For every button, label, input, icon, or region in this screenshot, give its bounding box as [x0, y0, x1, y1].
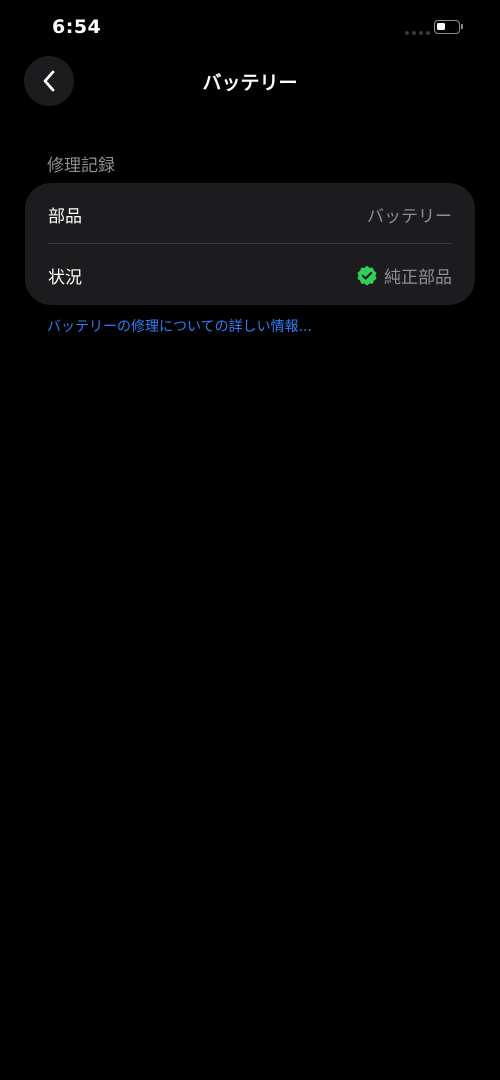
- row-status-value: 純正部品: [384, 268, 452, 288]
- row-part-value: バッテリー: [367, 207, 452, 227]
- battery-repair-info-link[interactable]: バッテリーの修理についての詳しい情報...: [47, 316, 312, 336]
- status-time: 6:54: [52, 16, 102, 38]
- row-part: 部品 バッテリー: [25, 183, 475, 244]
- row-part-label: 部品: [48, 207, 82, 227]
- page-title: バッテリー: [202, 72, 298, 94]
- battery-icon: [434, 20, 463, 34]
- repair-history-card: 部品 バッテリー 状況 純正部品: [25, 183, 475, 305]
- row-status-label: 状況: [48, 268, 82, 288]
- section-header-repair-history: 修理記録: [47, 156, 115, 176]
- row-status-value-wrap: 純正部品: [356, 263, 452, 288]
- row-status: 状況 純正部品: [25, 244, 475, 305]
- home-indicator: [180, 1066, 320, 1071]
- back-button[interactable]: [24, 56, 74, 106]
- verified-badge-icon: [357, 265, 377, 286]
- signal-icon: [405, 31, 430, 35]
- chevron-left-icon: [43, 70, 55, 92]
- row-part-value-wrap: バッテリー: [367, 202, 452, 227]
- status-bar: 6:54: [0, 0, 500, 56]
